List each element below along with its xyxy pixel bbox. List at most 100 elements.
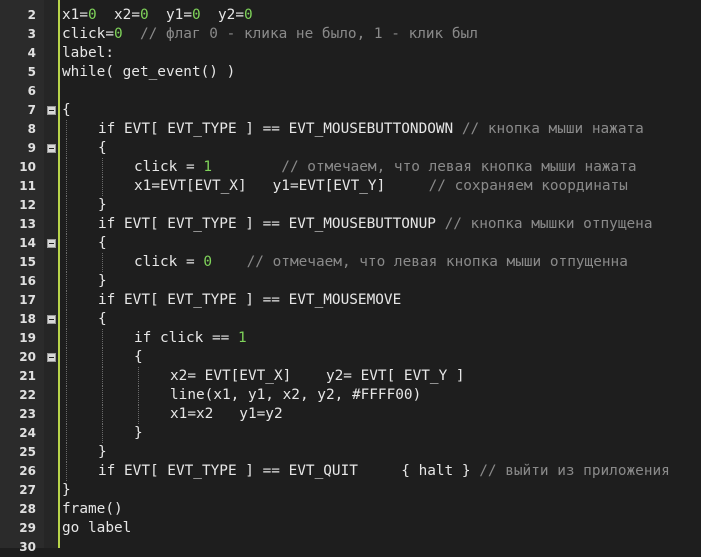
code-line[interactable]: 5 while( get_event() ) — [0, 63, 701, 82]
code-statement: click=0 — [62, 26, 123, 42]
code-statement: line(x1, y1, x2, y2, #FFFF00) — [170, 387, 422, 403]
code-statement: if EVT[ EVT_TYPE ] == EVT_MOUSEMOVE — [98, 292, 402, 308]
code-line[interactable]: 25} — [0, 443, 701, 462]
code-line[interactable]: 10 click = 1 // отмечаем, что левая кнопк… — [0, 158, 701, 177]
code-line[interactable]: 2 x1=0 x2=0 y1=0 y2=0 — [0, 6, 701, 25]
code-statement: if EVT[ EVT_TYPE ] == EVT_MOUSEBUTTONUP — [98, 216, 445, 232]
code-statement: click = 1 — [134, 159, 212, 175]
code-statement: while( get_event() ) — [62, 64, 236, 80]
number-literal: 0 — [140, 7, 149, 23]
code-text: label: — [62, 44, 114, 63]
code-comment: // кнопка мыши нажата — [461, 121, 644, 137]
line-number: 7 — [27, 103, 36, 117]
line-number: 16 — [19, 274, 36, 288]
code-line[interactable]: 15 click = 0 // отмечаем, что левая кнопк… — [0, 253, 701, 272]
collapse-minus-icon[interactable] — [47, 144, 56, 153]
code-statement: x1=0 x2=0 y1=0 y2=0 — [62, 7, 253, 23]
code-text: click=0 // флаг 0 - клика не было, 1 - к… — [62, 25, 478, 44]
indent-guide — [66, 234, 67, 253]
line-number: 6 — [27, 84, 36, 98]
code-text: line(x1, y1, x2, y2, #FFFF00) — [170, 386, 421, 405]
code-line[interactable]: 23 x1=x2 y1=y2 — [0, 405, 701, 424]
line-number: 24 — [19, 426, 36, 440]
indent-guide — [66, 405, 67, 424]
code-line[interactable]: 21 x2= EVT[EVT_X] y2= EVT[ EVT_Y ] — [0, 367, 701, 386]
code-line[interactable]: 16} — [0, 272, 701, 291]
code-text: x1=0 x2=0 y1=0 y2=0 — [62, 6, 253, 25]
code-line[interactable]: 17 if EVT[ EVT_TYPE ] == EVT_MOUSEMOVE — [0, 291, 701, 310]
code-statement: { — [98, 140, 107, 156]
code-editor[interactable]: 2 x1=0 x2=0 y1=0 y2=0 3 click=0 // флаг 0 -… — [0, 0, 701, 554]
line-number: 8 — [27, 122, 36, 136]
indent-guide — [138, 405, 139, 424]
indent-guide — [66, 367, 67, 386]
code-text: if EVT[ EVT_TYPE ] == EVT_MOUSEMOVE — [98, 291, 401, 310]
code-statement: if click == 1 — [134, 330, 247, 346]
code-text: { — [98, 234, 107, 253]
code-line[interactable]: 24} — [0, 424, 701, 443]
line-number: 19 — [19, 331, 36, 345]
line-number: 10 — [19, 160, 36, 174]
code-text: { — [62, 101, 71, 120]
code-line[interactable]: 20 { — [0, 348, 701, 367]
line-number: 22 — [19, 388, 36, 402]
code-line[interactable]: 18 { — [0, 310, 701, 329]
code-line[interactable]: 29 go label — [0, 519, 701, 538]
code-statement: { — [134, 349, 143, 365]
code-statement: if EVT[ EVT_TYPE ] == EVT_QUIT { halt } — [98, 463, 480, 479]
code-line[interactable]: 9{ — [0, 139, 701, 158]
code-text: } — [98, 272, 107, 291]
code-statement: } — [98, 273, 107, 289]
code-statement: go label — [62, 520, 132, 536]
code-line[interactable]: 26 if EVT[ EVT_TYPE ] == EVT_QUIT { halt … — [0, 462, 701, 481]
code-statement: x2= EVT[EVT_X] y2= EVT[ EVT_Y ] — [170, 368, 465, 384]
code-text: click = 1 // отмечаем, что левая кнопка … — [134, 158, 637, 177]
indent-guide — [102, 177, 103, 196]
code-comment: // кнопка мышки отпущена — [444, 216, 653, 232]
code-line[interactable]: 3 click=0 // флаг 0 - клика не было, 1 - … — [0, 25, 701, 44]
collapse-minus-icon[interactable] — [47, 353, 56, 362]
indent-guide — [138, 367, 139, 386]
line-number: 15 — [19, 255, 36, 269]
code-line[interactable]: 13 if EVT[ EVT_TYPE ] == EVT_MOUSEBUTTONU… — [0, 215, 701, 234]
indent-guide — [138, 386, 139, 405]
code-line[interactable]: 7{ — [0, 101, 701, 120]
code-line[interactable]: 12} — [0, 196, 701, 215]
indent-guide — [66, 329, 67, 348]
line-number: 4 — [27, 46, 36, 60]
collapse-minus-icon[interactable] — [47, 106, 56, 115]
line-number: 26 — [19, 464, 36, 478]
code-statement: } — [62, 482, 71, 498]
code-text: go label — [62, 519, 131, 538]
code-line[interactable]: 4 label: — [0, 44, 701, 63]
code-line[interactable]: 14 { — [0, 234, 701, 253]
indent-guide — [66, 196, 67, 215]
collapse-minus-icon[interactable] — [47, 315, 56, 324]
code-line[interactable]: 11 x1=EVT[EVT_X] y1=EVT[EVT_Y] // сохраня… — [0, 177, 701, 196]
line-number: 9 — [27, 141, 36, 155]
code-comment: // выйти из приложения — [479, 463, 670, 479]
code-line[interactable]: 19 if click == 1 — [0, 329, 701, 348]
line-number: 25 — [19, 445, 36, 459]
code-statement: x1=EVT[EVT_X] y1=EVT[EVT_Y] — [134, 178, 429, 194]
number-literal: 0 — [244, 7, 253, 23]
code-statement: } — [134, 425, 143, 441]
collapse-minus-icon[interactable] — [47, 239, 56, 248]
code-line[interactable]: 27} — [0, 481, 701, 500]
code-line[interactable]: 8 if EVT[ EVT_TYPE ] == EVT_MOUSEBUTTONDO… — [0, 120, 701, 139]
code-statement: click = 0 — [134, 254, 212, 270]
code-statement: frame() — [62, 501, 123, 517]
code-line[interactable]: 28 frame() — [0, 500, 701, 519]
line-number: 29 — [19, 521, 36, 535]
code-text: while( get_event() ) — [62, 63, 235, 82]
line-number: 2 — [27, 8, 36, 22]
indent-guide — [66, 272, 67, 291]
code-statement: } — [98, 444, 107, 460]
indent-guide — [66, 462, 67, 481]
indent-guide — [66, 291, 67, 310]
code-line[interactable]: 22 line(x1, y1, x2, y2, #FFFF00) — [0, 386, 701, 405]
code-line[interactable]: 6 — [0, 82, 701, 101]
code-text: x2= EVT[EVT_X] y2= EVT[ EVT_Y ] — [170, 367, 465, 386]
code-comment: // флаг 0 - клика не было, 1 - клик был — [139, 26, 478, 42]
line-number: 11 — [19, 179, 36, 193]
